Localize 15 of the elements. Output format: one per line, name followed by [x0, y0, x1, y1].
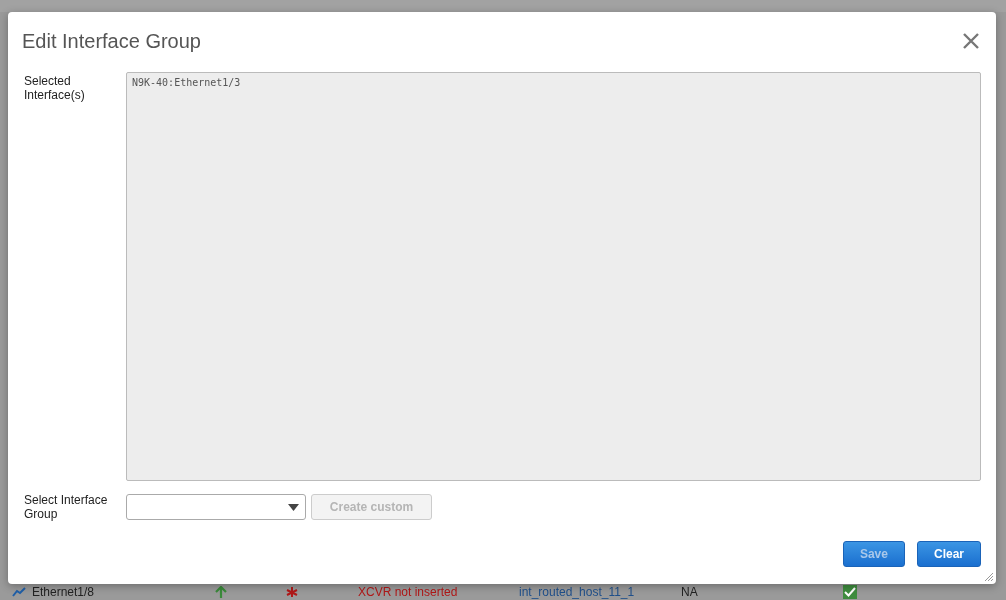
field-label: Selected Interface(s) [24, 73, 86, 102]
dialog-button[interactable]: Clear [916, 541, 981, 567]
asterisk-icon [286, 586, 298, 598]
resize-grip-icon[interactable] [984, 572, 994, 582]
policy-link[interactable]: int_routed_host_11_1 [519, 585, 635, 599]
table-cell: NA [681, 585, 698, 599]
up-arrow-icon [214, 586, 228, 598]
table-cell: XCVR not inserted [358, 585, 458, 599]
interface-group-dropdown[interactable] [126, 494, 306, 520]
table-cell: Ethernet1/8 [32, 585, 95, 599]
chart-line-icon[interactable] [12, 587, 26, 597]
selected-interfaces-field[interactable]: N9K-40:Ethernet1/3 [126, 72, 981, 481]
caret-icon [288, 503, 299, 511]
dialog-title: Edit Interface Group [22, 29, 201, 53]
field-label: Select Interface Group [24, 493, 109, 521]
